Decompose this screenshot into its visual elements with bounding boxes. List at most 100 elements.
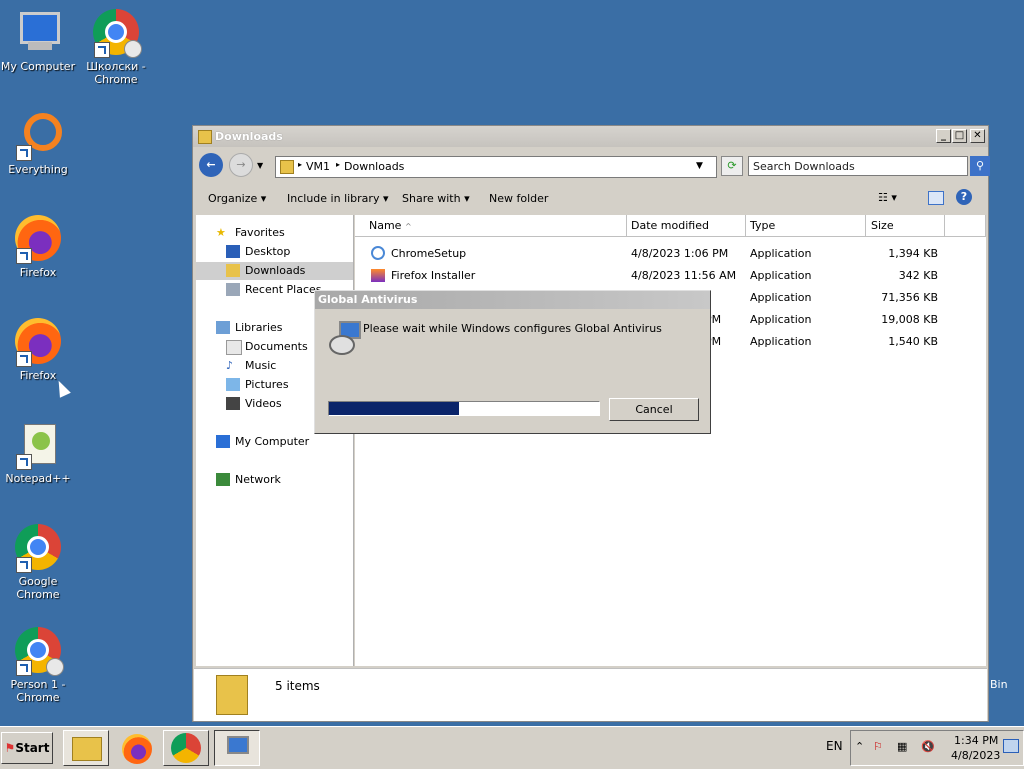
downloads-folder-icon [226,264,240,277]
column-header-type[interactable]: Type [746,215,866,237]
column-header-spacer [945,215,986,237]
music-icon: ♪ [226,359,234,372]
start-button[interactable]: ⚑Start [1,732,53,764]
firefox-installer-icon [371,269,385,282]
clock-time[interactable]: 1:34 PM [954,734,998,747]
chrome-icon [171,733,201,763]
breadcrumb-item-downloads[interactable]: Downloads [344,160,404,173]
show-hidden-icons-icon[interactable]: ⌃ [855,740,864,753]
file-size: 342 KB [898,269,938,282]
preview-pane-icon[interactable] [928,191,944,205]
table-row[interactable]: Firefox Installer 4/8/2023 11:56 AM Appl… [355,265,986,287]
network-icon [216,473,230,486]
taskbar-installer[interactable] [214,730,260,766]
nav-favorites[interactable]: ★ Favorites [196,224,353,242]
star-icon: ★ [216,226,226,239]
history-dropdown-icon[interactable]: ▼ [257,161,263,170]
file-name: ChromeSetup [391,247,467,260]
file-size: 19,008 KB [881,313,938,326]
everything-icon [14,111,62,161]
folder-icon [72,737,102,761]
breadcrumb[interactable]: ▸ VM1 ▸ Downloads ▼ [275,156,717,178]
taskbar-chrome[interactable] [163,730,209,766]
minimize-button[interactable]: _ [936,129,951,143]
show-desktop-icon[interactable] [1003,739,1019,753]
computer-icon [216,435,230,448]
nav-my-computer[interactable]: My Computer [196,433,353,451]
firefox-icon [14,317,62,367]
forward-button[interactable]: → [229,153,253,177]
address-dropdown-icon[interactable]: ▼ [696,161,703,171]
column-header-size[interactable]: Size [866,215,945,237]
file-size: 1,540 KB [888,335,938,348]
antivirus-install-dialog: Global Antivirus Please wait while Windo… [314,290,711,434]
include-in-library-menu[interactable]: Include in library ▾ [287,192,388,205]
desktop-icon-my-computer[interactable]: My Computer [0,8,78,73]
maximize-button[interactable]: □ [952,129,967,143]
cancel-button[interactable]: Cancel [609,398,699,421]
file-type: Application [750,313,812,326]
videos-icon [226,397,240,410]
column-header-date[interactable]: Date modified [627,215,746,237]
dialog-titlebar[interactable]: Global Antivirus [315,291,710,309]
desktop-icon-everything[interactable]: Everything [0,111,78,176]
clock-date[interactable]: 4/8/2023 [951,749,1000,762]
table-row[interactable]: ChromeSetup 4/8/2023 1:06 PM Application… [355,243,986,265]
notepad-plus-plus-icon [14,420,62,470]
window-title: Downloads [215,130,283,143]
column-header-name[interactable]: Name ^ [355,215,627,237]
progress-fill [329,402,459,415]
downloads-folder-icon [216,675,248,715]
view-options-icon[interactable]: ☷ ▾ [878,191,897,204]
window-titlebar[interactable]: Downloads _ □ ✕ [193,126,988,147]
file-date: 4/8/2023 11:56 AM [631,269,737,282]
file-name: Firefox Installer [391,269,476,282]
search-input[interactable]: Search Downloads [748,156,968,176]
dialog-message: Please wait while Windows configures Glo… [363,322,662,335]
breadcrumb-item-vm1[interactable]: VM1 [306,160,330,173]
recycle-bin-label-partial[interactable]: Bin [990,678,1008,691]
volume-muted-icon[interactable]: 🔇 [921,740,935,753]
firefox-icon [14,214,62,264]
file-type: Application [750,269,812,282]
computer-icon [14,8,62,56]
desktop-icon [226,245,240,258]
taskbar-firefox[interactable] [113,730,159,766]
close-button[interactable]: ✕ [970,129,985,143]
organize-menu[interactable]: Organize ▾ [208,192,266,205]
folder-icon [198,130,212,144]
share-with-menu[interactable]: Share with ▾ [402,192,470,205]
nav-network[interactable]: Network [196,471,353,489]
search-icon[interactable]: ⚲ [970,156,990,176]
network-tray-icon[interactable]: ▦ [897,740,907,753]
new-folder-button[interactable]: New folder [489,192,548,205]
refresh-button[interactable]: ⟳ [721,156,743,176]
language-indicator[interactable]: EN [826,739,843,753]
dialog-title: Global Antivirus [318,293,418,306]
file-type: Application [750,247,812,260]
details-pane: 5 items [194,668,987,721]
back-button[interactable]: ← [199,153,223,177]
item-count: 5 items [275,679,320,693]
desktop-icon-firefox-2[interactable]: Firefox [0,317,78,382]
desktop-icon-chrome-person1[interactable]: Person 1 - Chrome [0,626,78,704]
desktop-icon-notepadpp[interactable]: Notepad++ [0,420,78,485]
desktop-icon-chrome-school[interactable]: Школски - Chrome [76,8,156,86]
taskbar-explorer[interactable] [63,730,109,766]
installer-icon [371,246,385,260]
sort-ascending-icon: ^ [404,222,412,231]
libraries-icon [216,321,230,334]
windows-logo-icon: ⚑ [4,741,16,755]
documents-icon [226,340,242,355]
taskbar: ⚑Start EN ⌃ ⚐ ▦ 🔇 1:34 PM 4/8/2023 [0,726,1024,769]
desktop-icon-google-chrome[interactable]: Google Chrome [0,523,78,601]
file-type: Application [750,291,812,304]
desktop-icon-firefox-1[interactable]: Firefox [0,214,78,279]
help-icon[interactable]: ? [956,189,972,205]
navigation-pane: ★ Favorites Desktop Downloads Recent Plac… [196,215,354,666]
action-center-flag-icon[interactable]: ⚐ [873,740,883,753]
nav-downloads[interactable]: Downloads [196,262,353,280]
nav-desktop[interactable]: Desktop [196,243,353,261]
file-list: Name ^ Date modified Type Size ChromeSet… [355,215,986,666]
file-date: 4/8/2023 1:06 PM [631,247,729,260]
